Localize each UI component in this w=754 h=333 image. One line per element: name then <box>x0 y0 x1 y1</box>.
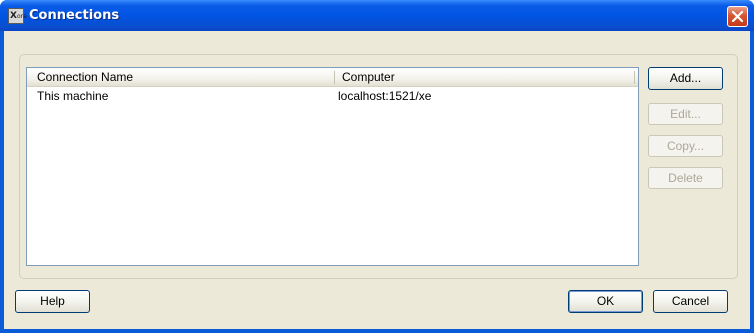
app-icon: Xora <box>8 8 27 24</box>
list-header: Connection Name Computer <box>27 68 638 87</box>
close-button[interactable] <box>727 6 748 27</box>
help-button[interactable]: Help <box>15 290 90 313</box>
table-row[interactable]: This machine localhost:1521/xe <box>27 88 638 104</box>
app-icon-letter: X <box>10 11 17 21</box>
cell-computer: localhost:1521/xe <box>338 89 432 103</box>
copy-button[interactable]: Copy... <box>648 135 723 157</box>
add-button[interactable]: Add... <box>648 67 723 90</box>
edit-button[interactable]: Edit... <box>648 103 723 125</box>
column-divider[interactable] <box>634 71 635 84</box>
column-header-connection-name[interactable]: Connection Name <box>30 68 335 86</box>
close-icon <box>732 11 743 22</box>
dialog-client-area: Connection Name Computer This machine lo… <box>4 31 750 329</box>
window-title: Connections <box>29 8 120 23</box>
connections-dialog: Xora Connections Connection Name Compute… <box>0 0 754 333</box>
delete-button[interactable]: Delete <box>648 167 723 189</box>
column-header-computer[interactable]: Computer <box>335 68 635 86</box>
cell-connection-name: This machine <box>37 89 109 103</box>
ok-button[interactable]: OK <box>568 290 643 313</box>
app-icon-sub: ora <box>16 13 27 20</box>
title-bar[interactable]: Xora Connections <box>0 0 754 31</box>
cancel-button[interactable]: Cancel <box>653 290 728 313</box>
connections-list[interactable]: Connection Name Computer This machine lo… <box>26 67 639 266</box>
